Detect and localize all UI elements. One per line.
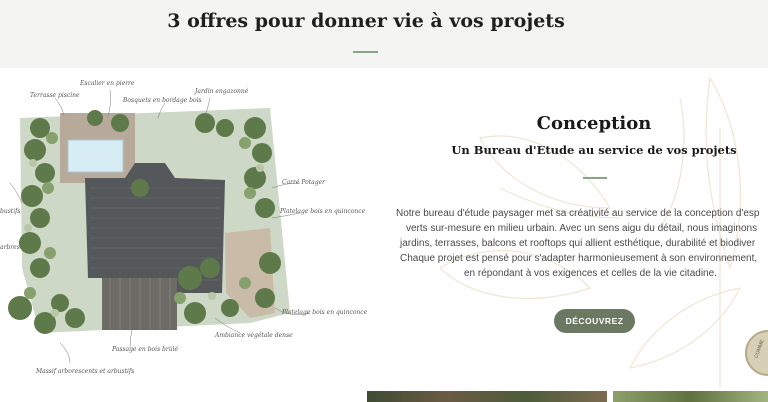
plan-label-edge-1: bustifs [0, 208, 21, 215]
discover-button[interactable]: DÉCOUVREZ [554, 309, 635, 333]
plan-label-path: Passage en bois brûlé [112, 346, 179, 353]
seal-text: COMME [753, 338, 766, 360]
card-description: Notre bureau d'étude paysager met sa cré… [392, 206, 768, 281]
garden-plan-illustration: Terrasse piscine Escalier en pierre Bosq… [0, 68, 368, 402]
photo-strip [367, 391, 768, 402]
description-line: verts sur-mesure en milieu urbain. Avec … [406, 223, 758, 234]
card-title: Conception [536, 113, 652, 134]
plan-label-lawn: Jardin engazonné [195, 88, 249, 95]
plan-label-massif: Massif arborescents et arbustifs [36, 368, 135, 375]
plan-label-grove: Bosquets en bordage bois [123, 97, 202, 104]
title-divider [353, 51, 378, 53]
section-title: 3 offres pour donner vie à vos projets [167, 10, 565, 32]
garden-photo [367, 391, 607, 402]
description-line: en répondant à vos exigences et celles d… [464, 268, 717, 279]
plan-label-stairs: Escalier en pierre [80, 80, 135, 87]
plan-label-deck-2: Platelage bois en quinconce [282, 309, 368, 316]
burnt-wood-path [102, 278, 177, 330]
description-line: Chaque projet est pensé pour s'adapter h… [400, 253, 758, 264]
description-line: jardins, terrasses, balcons et rooftops … [400, 238, 756, 249]
card-subtitle: Un Bureau d'Etude au service de vos proj… [451, 143, 737, 157]
garden-photo [613, 391, 768, 402]
plan-label-deck-1: Platelage bois en quinconce [280, 208, 366, 215]
plan-label-dense: Ambiance végétale dense [215, 332, 293, 339]
garden-plan-drawing [8, 89, 311, 364]
plan-label-terrace: Terrasse piscine [30, 92, 80, 99]
plan-label-edge-2: arbres [0, 244, 20, 251]
pool [67, 139, 124, 173]
plan-label-vegetable: Carré Potager [282, 179, 326, 186]
description-line: Notre bureau d'étude paysager met sa cré… [396, 208, 760, 219]
card-divider [583, 177, 607, 179]
